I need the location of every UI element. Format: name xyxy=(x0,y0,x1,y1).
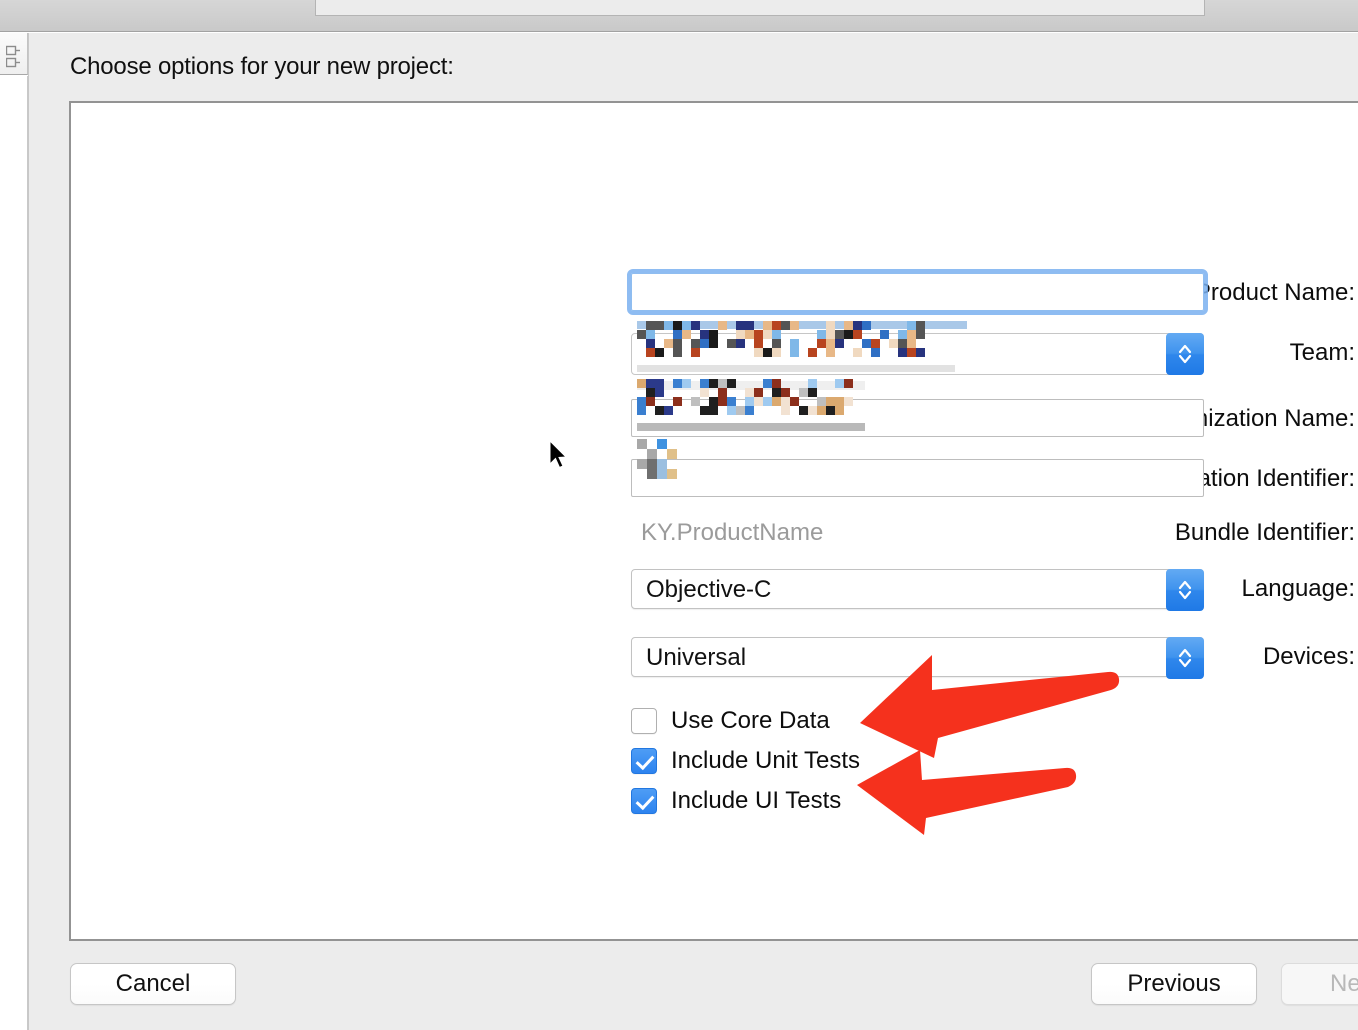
language-popup[interactable]: Objective-C xyxy=(631,569,1204,609)
organization-name-redacted-value xyxy=(637,379,877,435)
new-project-options-sheet: Choose options for your new project: Pro… xyxy=(28,33,1358,1030)
background-navigator-pane xyxy=(0,76,28,1030)
project-options-form: Product Name: Team: Organization Name: Orga… xyxy=(71,103,1358,943)
control-wrap-organization-name xyxy=(631,399,1204,437)
hierarchy-icon[interactable] xyxy=(6,45,22,69)
checkbox-row-include-ui-tests[interactable]: Include UI Tests xyxy=(631,783,841,819)
checkbox-label-include-ui-tests: Include UI Tests xyxy=(671,787,841,815)
bundle-identifier-value: KY.ProductName xyxy=(631,513,823,553)
form-row-team: Team: xyxy=(71,333,1358,373)
screen: Choose options for your new project: Pro… xyxy=(0,0,1358,1030)
checkbox-include-ui-tests[interactable] xyxy=(631,788,657,814)
stepper-control[interactable] xyxy=(1166,637,1204,679)
control-wrap-team xyxy=(631,333,1204,375)
sheet-parent-window-stub xyxy=(315,0,1205,16)
devices-popup[interactable]: Universal xyxy=(631,637,1204,677)
language-value: Objective-C xyxy=(646,570,771,610)
checkbox-label-include-unit-tests: Include Unit Tests xyxy=(671,747,860,775)
form-row-organization-identifier: Organization Identifier: xyxy=(71,459,1358,499)
previous-button[interactable]: Previous xyxy=(1091,963,1257,1005)
product-name-input[interactable] xyxy=(631,273,1204,311)
checkbox-use-core-data[interactable] xyxy=(631,708,657,734)
cancel-button[interactable]: Cancel xyxy=(70,963,236,1005)
form-row-devices: Devices:Universal xyxy=(71,637,1358,677)
next-button[interactable]: Next xyxy=(1281,963,1358,1005)
label-bundle-identifier: Bundle Identifier: xyxy=(813,513,1358,553)
checkbox-label-use-core-data: Use Core Data xyxy=(671,707,830,735)
organization-identifier-redacted-value xyxy=(637,439,877,495)
control-wrap-bundle-identifier: KY.ProductName xyxy=(631,513,823,553)
stepper-control[interactable] xyxy=(1166,333,1204,375)
control-wrap-product-name xyxy=(631,273,1204,311)
checkbox-row-include-unit-tests[interactable]: Include Unit Tests xyxy=(631,743,860,779)
form-row-product-name: Product Name: xyxy=(71,273,1358,313)
options-panel: Product Name: Team: Organization Name: Orga… xyxy=(69,101,1358,941)
stepper-control[interactable] xyxy=(1166,569,1204,611)
checkbox-include-unit-tests[interactable] xyxy=(631,748,657,774)
form-row-bundle-identifier: Bundle Identifier:KY.ProductName xyxy=(71,513,1358,553)
team-redacted-value xyxy=(637,321,967,377)
page-title: Choose options for your new project: xyxy=(70,53,454,81)
form-row-organization-name: Organization Name: xyxy=(71,399,1358,439)
control-wrap-language: Objective-C xyxy=(631,569,1204,609)
form-row-language: Language:Objective-C xyxy=(71,569,1358,609)
checkbox-row-use-core-data[interactable]: Use Core Data xyxy=(631,703,830,739)
control-wrap-organization-identifier xyxy=(631,459,1204,497)
control-wrap-devices: Universal xyxy=(631,637,1204,677)
devices-value: Universal xyxy=(646,638,746,678)
